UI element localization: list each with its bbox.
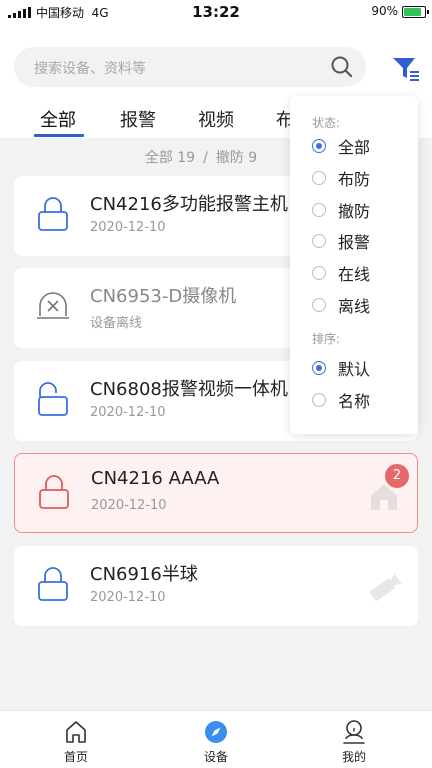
radio-selected[interactable] (312, 361, 326, 375)
device-status: 设备离线 (90, 316, 143, 331)
lock-closed-icon (38, 197, 68, 231)
radio[interactable] (312, 266, 326, 280)
search-icon[interactable] (330, 55, 354, 79)
device-date: 2020-12-10 (90, 405, 166, 420)
status-section-label: 状态: (312, 116, 341, 130)
alarm-count-badge: 2 (385, 464, 409, 488)
device-name: CN4216多功能报警主机 (90, 194, 288, 215)
radio-selected[interactable] (312, 139, 326, 153)
tab-video[interactable]: 视频 (198, 106, 234, 132)
filter-option-armed[interactable]: 布防 (312, 166, 370, 190)
compass-icon (205, 721, 227, 743)
device-date: 2020-12-10 (90, 590, 166, 605)
device-name: CN4216 AAAA (91, 468, 220, 489)
device-card-alarm[interactable]: CN4216 AAAA 2020-12-10 2 (14, 453, 418, 533)
filter-option-all[interactable]: 全部 (312, 134, 370, 158)
lock-closed-alarm-icon (39, 475, 69, 509)
filter-option-disarmed[interactable]: 撤防 (312, 198, 370, 222)
status-bar: 中国移动 4G 13:22 90% (0, 0, 432, 24)
radio[interactable] (312, 171, 326, 185)
device-card[interactable]: CN6916半球 2020-12-10 (14, 546, 418, 626)
device-name: CN6953-D摄像机 (90, 286, 237, 307)
nav-home[interactable]: 首页 (36, 711, 116, 768)
filter-option-alarm[interactable]: 报警 (312, 229, 370, 253)
bottom-nav: 首页 设备 我的 (0, 710, 432, 768)
radio[interactable] (312, 203, 326, 217)
nav-profile[interactable]: 我的 (314, 711, 394, 768)
summary-separator: / (203, 150, 208, 166)
device-name: CN6916半球 (90, 564, 198, 585)
search-placeholder: 搜索设备、资料等 (34, 61, 146, 77)
nav-devices[interactable]: 设备 (176, 711, 256, 768)
camera-icon (370, 573, 402, 601)
radio[interactable] (312, 393, 326, 407)
device-date: 2020-12-10 (90, 220, 166, 235)
home-icon (66, 721, 86, 743)
search-input[interactable]: 搜索设备、资料等 (14, 47, 366, 87)
device-date: 2020-12-10 (91, 498, 167, 513)
filter-option-online[interactable]: 在线 (312, 261, 370, 285)
summary-disarmed: 撤防 9 (215, 150, 258, 166)
lock-closed-icon (38, 567, 68, 601)
sort-option-default[interactable]: 默认 (312, 356, 370, 380)
device-name: CN6808报警视频一体机 (90, 379, 288, 400)
tab-all[interactable]: 全部 (40, 106, 76, 132)
battery-icon (402, 6, 429, 18)
active-tab-indicator (34, 134, 84, 137)
clock: 13:22 (192, 3, 240, 21)
sort-option-name[interactable]: 名称 (312, 388, 370, 412)
filter-icon[interactable] (388, 51, 422, 85)
radio[interactable] (312, 298, 326, 312)
camera-offline-icon (37, 292, 69, 319)
lock-open-icon (38, 382, 68, 416)
battery-percent: 90% (371, 4, 398, 18)
filter-dropdown: 状态: 全部 布防 撤防 报警 在线 离线 排序: 默认 名称 (290, 96, 418, 434)
summary-all: 全部 19 (144, 150, 196, 166)
radio[interactable] (312, 234, 326, 248)
sort-section-label: 排序: (312, 332, 341, 346)
user-icon (343, 720, 365, 744)
tab-alarm[interactable]: 报警 (120, 106, 156, 132)
filter-option-offline[interactable]: 离线 (312, 293, 370, 317)
